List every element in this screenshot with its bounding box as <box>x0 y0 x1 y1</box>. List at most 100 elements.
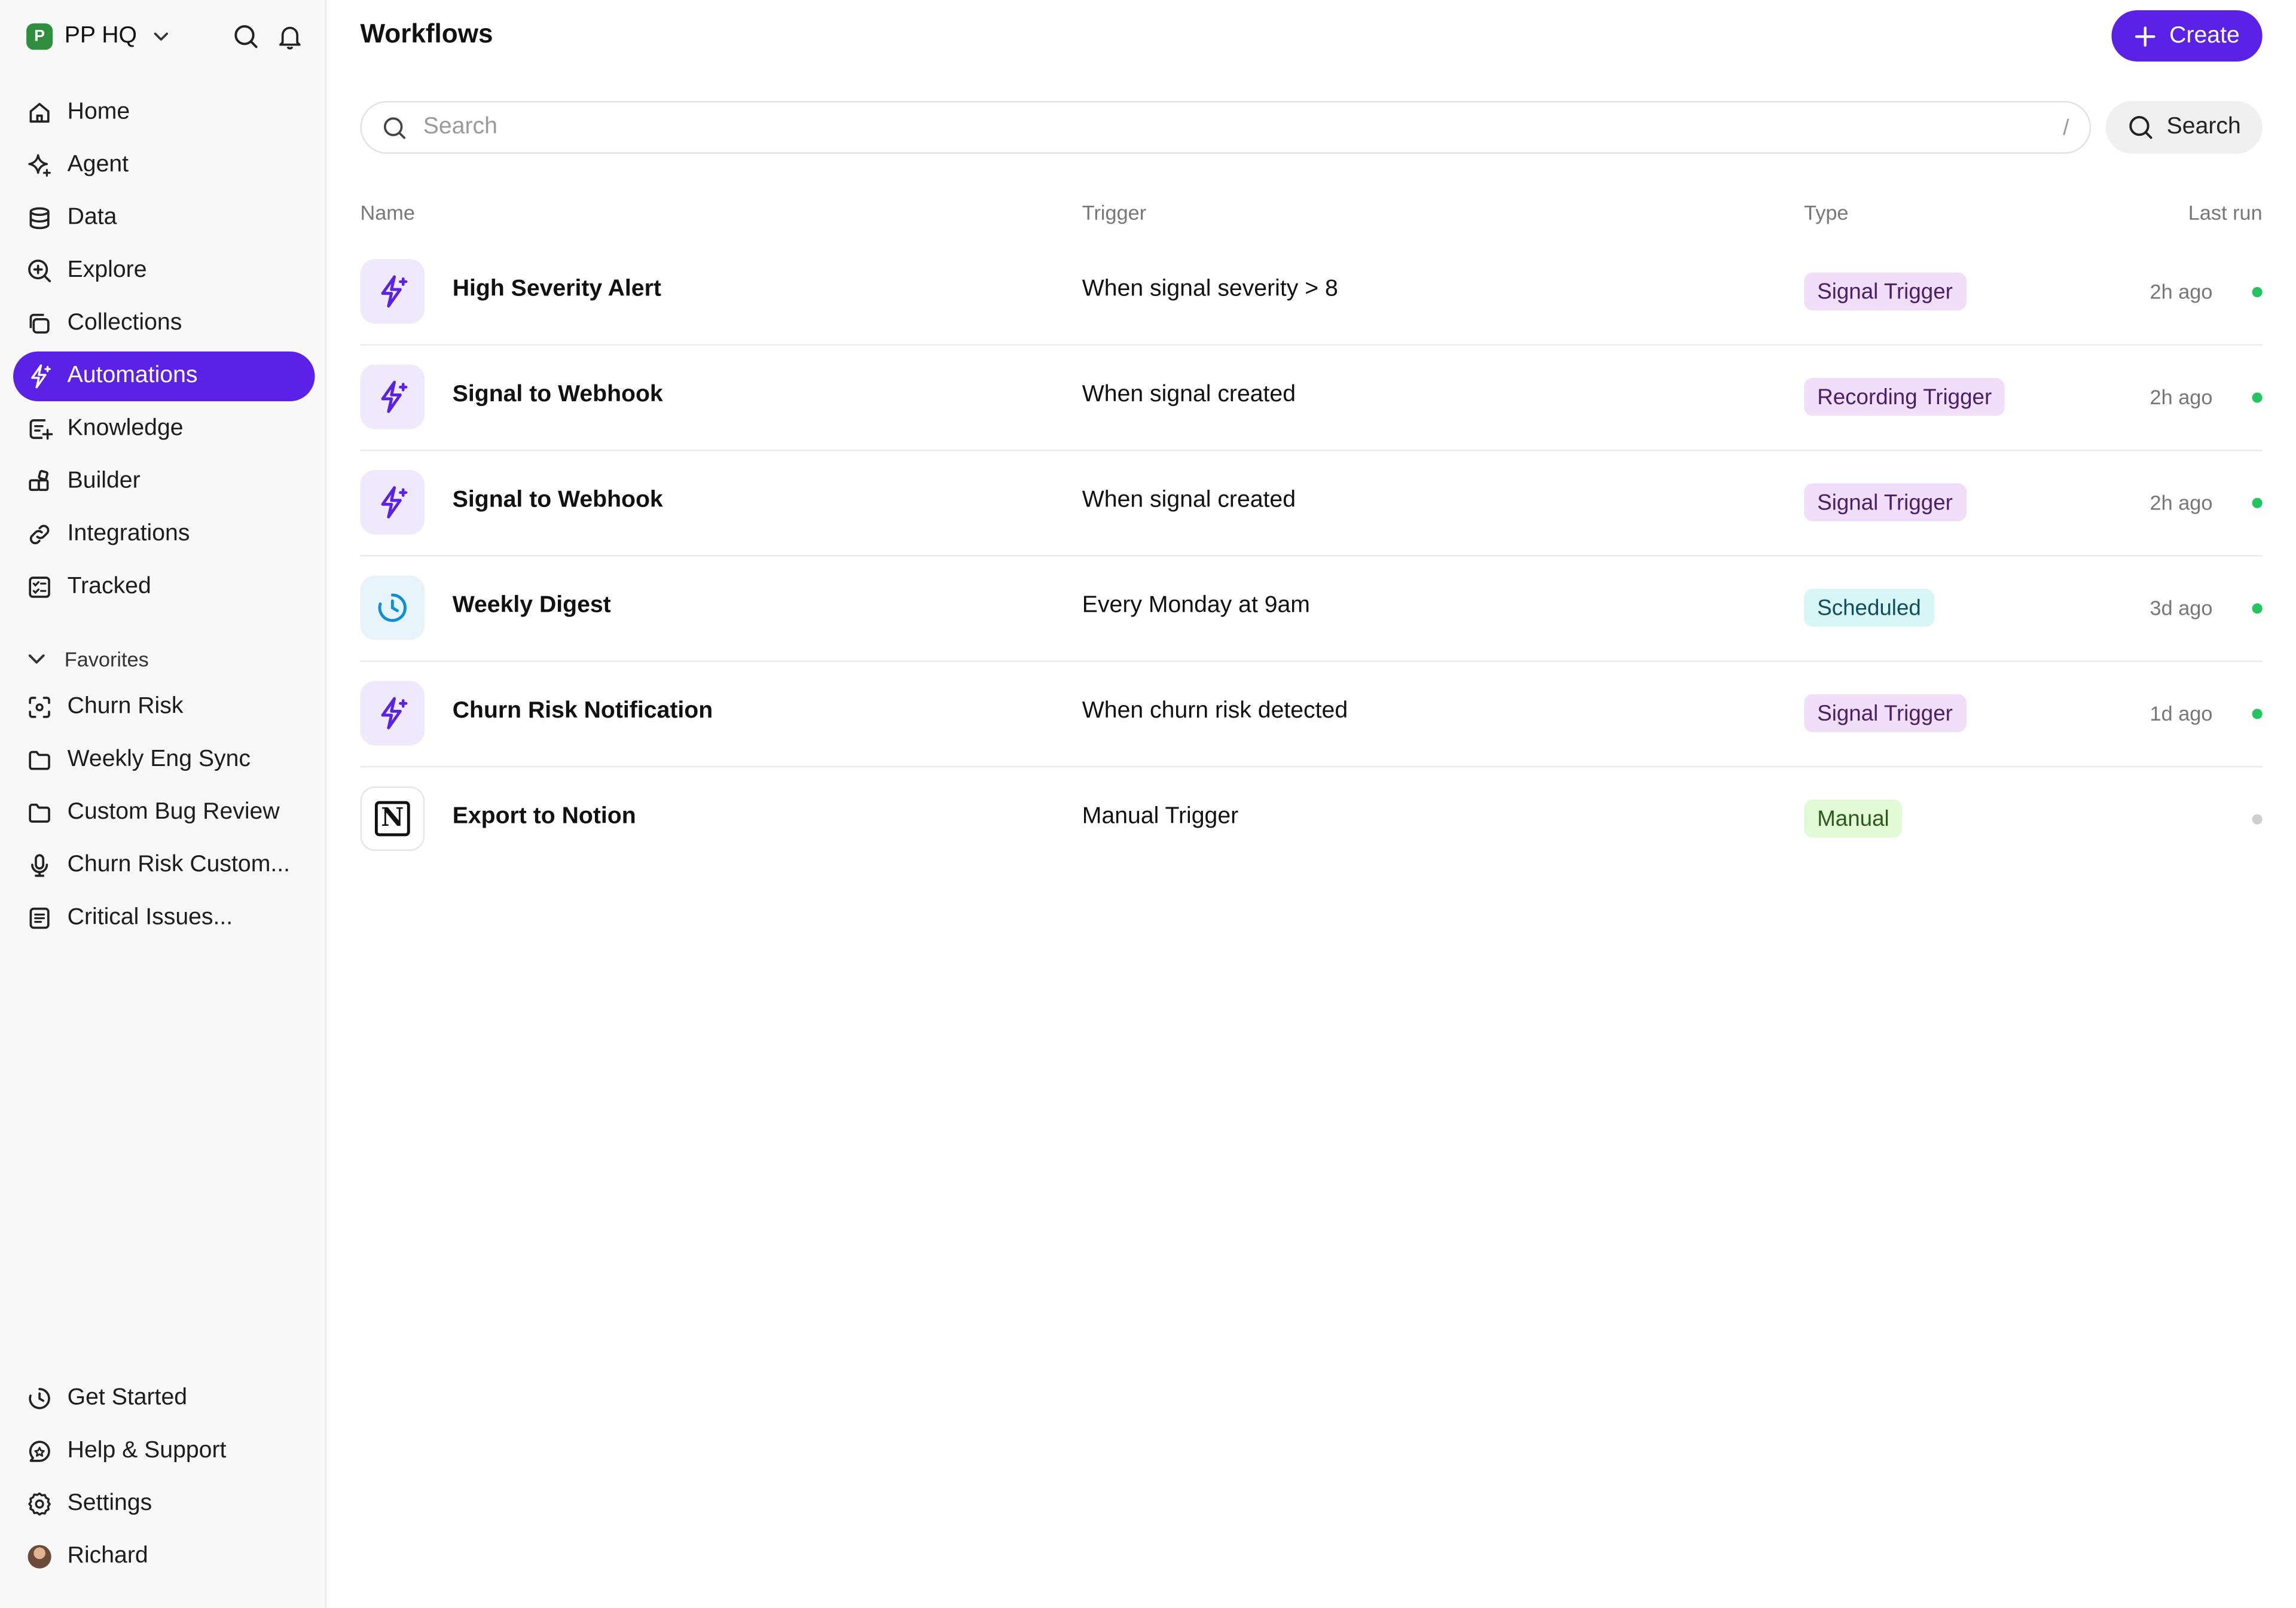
sidebar-item-home[interactable]: Home <box>13 88 315 138</box>
bolt-sparkle-icon <box>360 681 425 746</box>
last-run: 2h ago <box>2150 490 2213 514</box>
favorite-item[interactable]: Weekly Eng Sync <box>13 735 315 785</box>
workspace-switcher[interactable]: P PP HQ <box>26 20 169 53</box>
sidebar-item-label: Integrations <box>67 521 190 547</box>
notion-icon: N <box>360 786 425 851</box>
sidebar-item-automations[interactable]: Automations <box>13 351 315 402</box>
sidebar-item-profile[interactable]: Richard <box>13 1532 315 1582</box>
status-dot <box>2252 709 2263 719</box>
chevron-down-icon <box>26 649 47 669</box>
favorite-item[interactable]: Churn Risk <box>13 682 315 732</box>
status-dot <box>2252 814 2263 825</box>
sidebar-item-label: Builder <box>67 468 141 494</box>
zoom-in-icon <box>26 258 53 284</box>
favorite-item[interactable]: Custom Bug Review <box>13 788 315 838</box>
sidebar-item-label: Agent <box>67 152 129 178</box>
status-dot <box>2252 498 2263 508</box>
favorites-toggle[interactable]: Favorites <box>26 645 149 674</box>
folder-icon <box>26 800 53 826</box>
sparkle-icon <box>26 152 53 179</box>
column-type[interactable]: Type <box>1804 201 1848 224</box>
workflow-name: Weekly Digest <box>452 593 611 618</box>
sidebar-item-tracked[interactable]: Tracked <box>13 562 315 612</box>
create-label: Create <box>2169 22 2240 48</box>
type-badge: Recording Trigger <box>1804 377 2005 416</box>
database-icon <box>26 205 53 231</box>
table-header: Name Trigger Type Last run <box>360 201 2262 230</box>
sidebar-item-label: Home <box>67 99 130 125</box>
sidebar-item-explore[interactable]: Explore <box>13 246 315 295</box>
sidebar-item-settings[interactable]: Settings <box>13 1479 315 1528</box>
sidebar-item-integrations[interactable]: Integrations <box>13 509 315 559</box>
search-button[interactable]: Search <box>2105 100 2263 154</box>
status-dot <box>2252 603 2263 614</box>
sidebar-item-collections[interactable]: Collections <box>13 299 315 349</box>
column-name[interactable]: Name <box>360 201 414 224</box>
clock-icon <box>26 1386 53 1412</box>
sidebar-item-label: Tracked <box>67 574 151 599</box>
search-button-label: Search <box>2166 114 2241 139</box>
workflow-trigger: When signal created <box>1082 382 1296 407</box>
bell-icon[interactable] <box>275 22 304 51</box>
home-icon <box>26 100 53 126</box>
sidebar-item-help[interactable]: Help & Support <box>13 1426 315 1476</box>
notion-logo: N <box>374 801 410 837</box>
sidebar-item-data[interactable]: Data <box>13 193 315 243</box>
profile-name: Richard <box>67 1543 148 1569</box>
sidebar-item-builder[interactable]: Builder <box>13 457 315 506</box>
workflow-name: Churn Risk Notification <box>452 698 713 724</box>
folder-icon <box>26 747 53 773</box>
favorite-label: Weekly Eng Sync <box>67 746 251 772</box>
favorite-label: Churn Risk <box>67 694 184 719</box>
favorite-label: Churn Risk Custom... <box>67 852 291 877</box>
table-row[interactable]: Churn Risk Notification When churn risk … <box>360 662 2263 768</box>
type-badge: Signal Trigger <box>1804 272 1966 311</box>
workflow-trigger: Every Monday at 9am <box>1082 593 1310 618</box>
sidebar-item-label: Automations <box>67 363 198 388</box>
clock-icon <box>360 575 425 640</box>
microphone-icon <box>26 852 53 878</box>
search-bar: / <box>360 100 2092 154</box>
favorite-item[interactable]: Churn Risk Custom... <box>13 841 315 890</box>
search-icon[interactable] <box>231 22 261 51</box>
column-trigger[interactable]: Trigger <box>1082 201 1146 224</box>
create-button[interactable]: Create <box>2111 10 2263 62</box>
status-dot <box>2252 392 2263 403</box>
table-row[interactable]: Signal to Webhook When signal created Si… <box>360 451 2263 557</box>
column-last-run[interactable]: Last run <box>2188 201 2263 224</box>
sidebar-item-label: Data <box>67 205 117 230</box>
chat-icon <box>26 1438 53 1464</box>
type-badge: Signal Trigger <box>1804 483 1966 521</box>
sidebar-item-get-started[interactable]: Get Started <box>13 1374 315 1423</box>
search-icon <box>382 115 407 140</box>
main-content: Workflows Create / Search Name Trigger T… <box>326 0 2296 1608</box>
workflow-trigger: When signal severity > 8 <box>1082 276 1338 302</box>
favorite-item[interactable]: Critical Issues... <box>13 893 315 943</box>
favorite-label: Custom Bug Review <box>67 800 280 825</box>
table-row[interactable]: Weekly Digest Every Monday at 9am Schedu… <box>360 557 2263 662</box>
search-input[interactable] <box>420 112 2063 142</box>
workflow-name: Export to Notion <box>452 804 636 829</box>
checklist-icon <box>26 574 53 600</box>
table-row[interactable]: High Severity Alert When signal severity… <box>360 240 2263 346</box>
sidebar-item-label: Settings <box>67 1491 152 1516</box>
shortcut-hint: / <box>2063 115 2069 140</box>
sidebar-item-knowledge[interactable]: Knowledge <box>13 404 315 454</box>
sidebar-footer: Get Started Help & Support Settings Rich… <box>13 1374 315 1585</box>
main-nav: Home Agent Data Explore Collections Auto… <box>13 88 315 615</box>
table-row[interactable]: N Export to Notion Manual Trigger Manual <box>360 767 2263 871</box>
document-icon <box>26 905 53 931</box>
sidebar-item-label: Get Started <box>67 1385 188 1411</box>
last-run: 2h ago <box>2150 279 2213 303</box>
favorites-label: Favorites <box>64 647 149 671</box>
favorites-list: Churn Risk Weekly Eng Sync Custom Bug Re… <box>13 682 315 946</box>
sidebar-item-agent[interactable]: Agent <box>13 141 315 190</box>
workflow-trigger: When churn risk detected <box>1082 698 1348 724</box>
gear-icon <box>26 1491 53 1517</box>
avatar <box>28 1545 51 1569</box>
table-row[interactable]: Signal to Webhook When signal created Re… <box>360 346 2263 451</box>
plus-icon <box>2134 24 2157 47</box>
sidebar: P PP HQ Home Agent Data Explore Collecti… <box>0 0 327 1608</box>
workspace-name: PP HQ <box>64 23 137 48</box>
last-run: 3d ago <box>2150 596 2213 620</box>
